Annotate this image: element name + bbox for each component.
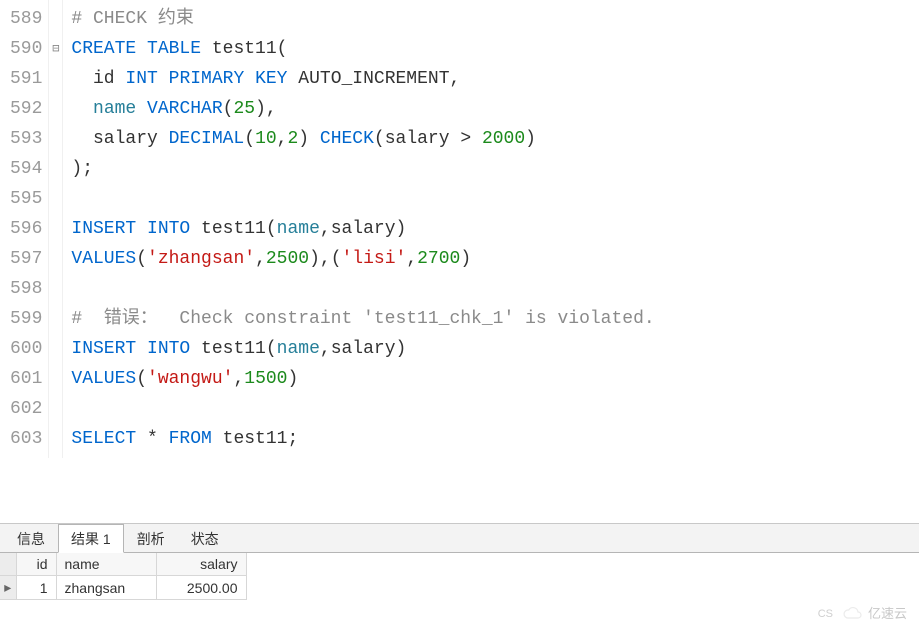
code-line[interactable]: # 错误： Check constraint 'test11_chk_1' is…: [71, 304, 911, 334]
code-line[interactable]: [71, 394, 911, 424]
fold-marker: [49, 214, 62, 244]
col-salary[interactable]: salary: [156, 553, 246, 576]
cell-salary[interactable]: 2500.00: [156, 576, 246, 600]
code-line[interactable]: [71, 274, 911, 304]
line-number: 591: [10, 64, 42, 94]
line-number: 599: [10, 304, 42, 334]
code-line[interactable]: SELECT * FROM test11;: [71, 424, 911, 454]
watermark-text: 亿速云: [868, 603, 907, 622]
line-number: 598: [10, 274, 42, 304]
results-tabs: 信息 结果 1 剖析 状态: [0, 524, 919, 552]
col-id[interactable]: id: [16, 553, 56, 576]
fold-marker: [49, 154, 62, 184]
code-line[interactable]: [71, 184, 911, 214]
fold-column[interactable]: ⊟: [49, 0, 63, 458]
code-line[interactable]: # CHECK 约束: [71, 4, 911, 34]
line-number: 600: [10, 334, 42, 364]
fold-marker: [49, 334, 62, 364]
result-grid[interactable]: id name salary ▸1zhangsan2500.00: [0, 552, 919, 626]
cell-name[interactable]: zhangsan: [56, 576, 156, 600]
code-line[interactable]: CREATE TABLE test11(: [71, 34, 911, 64]
code-line[interactable]: INSERT INTO test11(name,salary): [71, 334, 911, 364]
line-number: 590: [10, 34, 42, 64]
fold-marker: [49, 184, 62, 214]
code-area[interactable]: # CHECK 约束CREATE TABLE test11( id INT PR…: [63, 0, 919, 458]
fold-marker: [49, 124, 62, 154]
table-row[interactable]: ▸1zhangsan2500.00: [0, 576, 246, 600]
code-editor[interactable]: 5895905915925935945955965975985996006016…: [0, 0, 919, 458]
code-line[interactable]: salary DECIMAL(10,2) CHECK(salary > 2000…: [71, 124, 911, 154]
cs-mark: CS: [818, 608, 833, 620]
cloud-icon: [842, 606, 862, 620]
fold-marker: [49, 424, 62, 454]
code-line[interactable]: name VARCHAR(25),: [71, 94, 911, 124]
row-marker: ▸: [0, 576, 16, 600]
grid-header-row: id name salary: [0, 553, 246, 576]
tab-profile[interactable]: 剖析: [124, 524, 178, 552]
results-panel: 信息 结果 1 剖析 状态 id name salary ▸1zhangsan2…: [0, 523, 919, 626]
line-number: 593: [10, 124, 42, 154]
line-number: 596: [10, 214, 42, 244]
code-line[interactable]: id INT PRIMARY KEY AUTO_INCREMENT,: [71, 64, 911, 94]
fold-marker: [49, 64, 62, 94]
line-number: 603: [10, 424, 42, 454]
tab-result-1[interactable]: 结果 1: [58, 524, 124, 553]
fold-marker: [49, 274, 62, 304]
line-number-gutter: 5895905915925935945955965975985996006016…: [0, 0, 49, 458]
fold-marker: [49, 394, 62, 424]
line-number: 592: [10, 94, 42, 124]
fold-marker: [49, 364, 62, 394]
line-number: 595: [10, 184, 42, 214]
line-number: 597: [10, 244, 42, 274]
fold-marker: [49, 4, 62, 34]
line-number: 602: [10, 394, 42, 424]
line-number: 601: [10, 364, 42, 394]
fold-marker: [49, 244, 62, 274]
code-line[interactable]: VALUES('zhangsan',2500),('lisi',2700): [71, 244, 911, 274]
cell-id[interactable]: 1: [16, 576, 56, 600]
code-line[interactable]: VALUES('wangwu',1500): [71, 364, 911, 394]
row-header-blank: [0, 553, 16, 576]
col-name[interactable]: name: [56, 553, 156, 576]
tab-status[interactable]: 状态: [178, 524, 232, 552]
code-line[interactable]: );: [71, 154, 911, 184]
line-number: 594: [10, 154, 42, 184]
fold-marker: [49, 94, 62, 124]
watermark: 亿速云: [842, 603, 907, 622]
fold-marker: [49, 304, 62, 334]
fold-marker[interactable]: ⊟: [49, 34, 62, 64]
code-line[interactable]: INSERT INTO test11(name,salary): [71, 214, 911, 244]
tab-info[interactable]: 信息: [4, 524, 58, 552]
line-number: 589: [10, 4, 42, 34]
